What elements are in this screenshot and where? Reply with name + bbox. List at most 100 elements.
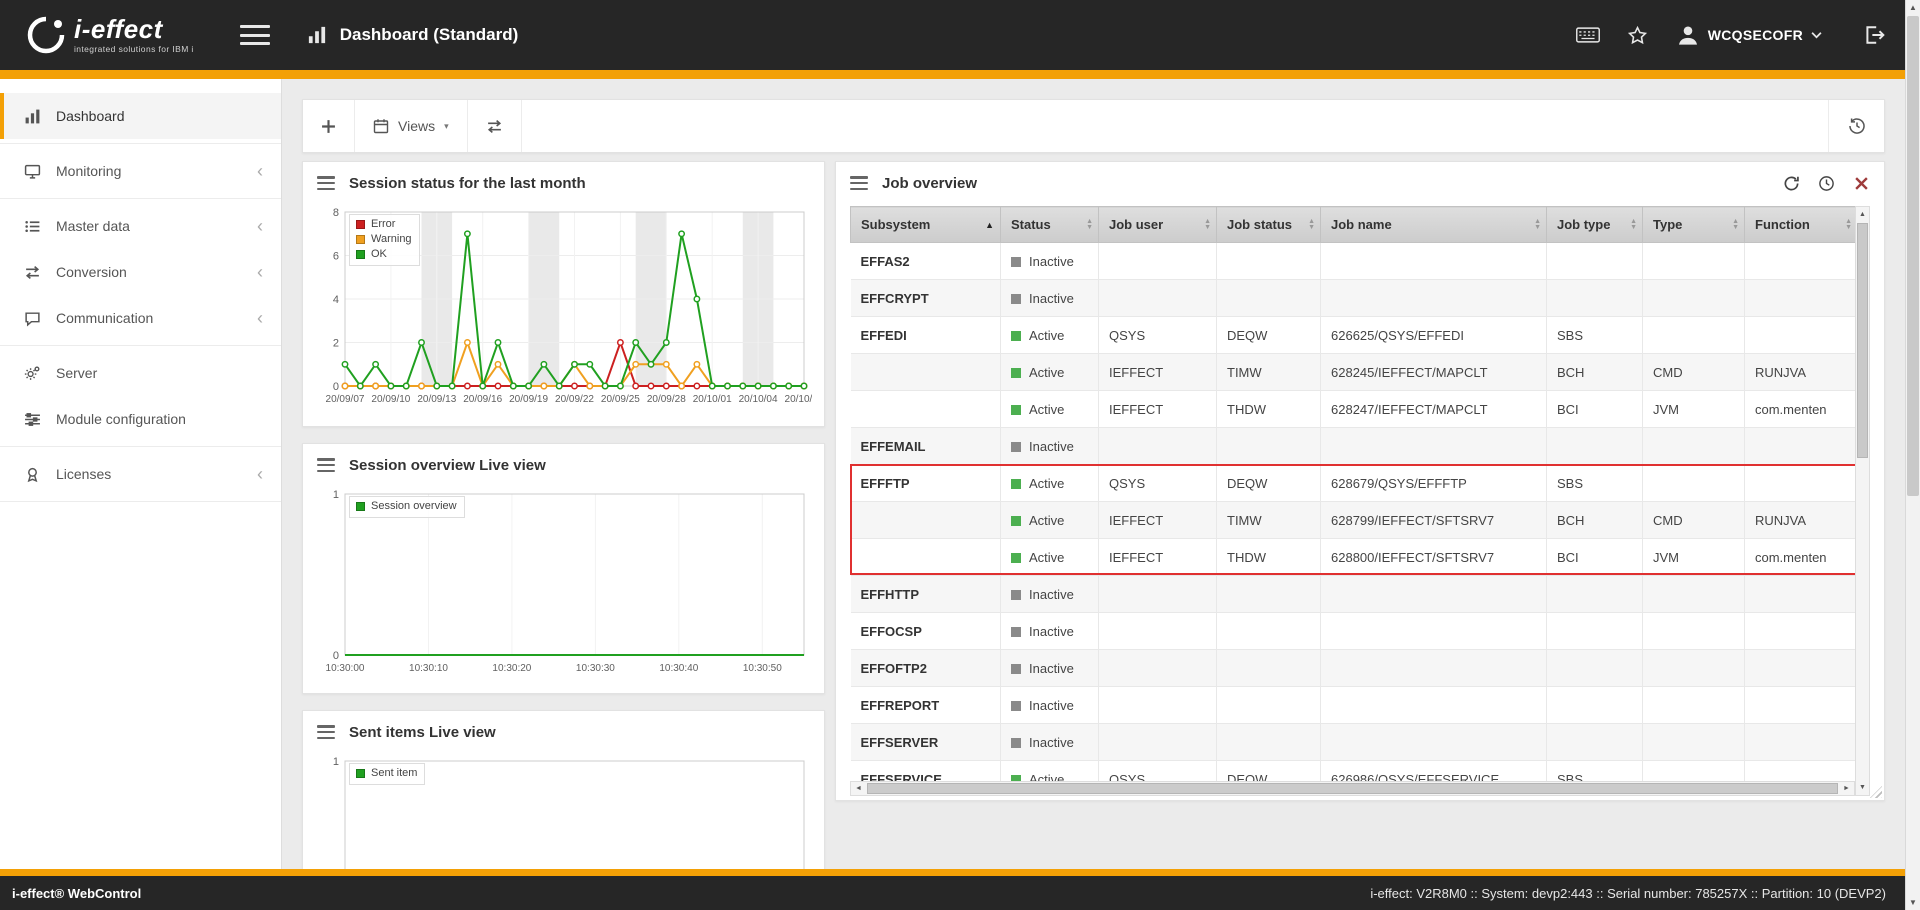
page-scroll-up-arrow[interactable]: ▲	[1906, 0, 1920, 15]
sidebar-item-label: Licenses	[56, 466, 112, 482]
views-dropdown-button[interactable]: Views ▾	[355, 100, 468, 152]
page-scroll-thumb[interactable]	[1907, 16, 1919, 496]
vertical-scrollbar: ▲ ▼	[1855, 206, 1870, 796]
horizontal-scroll-thumb[interactable]	[867, 783, 1838, 794]
scroll-up-arrow[interactable]: ▲	[1856, 207, 1869, 222]
sidebar-item-licenses[interactable]: Licenses ‹	[0, 451, 281, 497]
svg-text:20/10/04: 20/10/04	[739, 394, 778, 405]
user-menu[interactable]: WCQSECOFR	[1676, 23, 1822, 47]
page-title: Dashboard (Standard)	[339, 25, 519, 44]
job-row-effhttp[interactable]: EFFHTTP Inactive	[850, 575, 1858, 613]
job-row[interactable]: Active IEFFECT THDW 628247/IEFFECT/MAPCLT BC…	[850, 390, 1858, 428]
status-square	[1011, 589, 1021, 600]
console-keyboard-icon[interactable]	[1575, 23, 1600, 47]
job-row-effedi[interactable]: EFFEDI Active QSYS DEQW 626625/QSYS/EFFEDI SB…	[850, 316, 1858, 354]
panel-resize-grip[interactable]	[1870, 786, 1882, 798]
page-scroll-down-arrow[interactable]: ▼	[1906, 895, 1920, 910]
panel-job-overview: Job overview Subsystem ▲ Status ▲ ▼ Job …	[835, 161, 1885, 801]
status-square	[1011, 367, 1021, 378]
chevron-left-icon: ‹	[257, 464, 263, 484]
job-row-effftp[interactable]: EFFFTP Active QSYS DEQW 628679/QSYS/EFFFTP SB…	[850, 464, 1858, 502]
chevron-left-icon: ‹	[257, 308, 263, 328]
panel-drag-handle-icon[interactable]	[850, 176, 868, 190]
horizontal-scrollbar: ◄ ►	[850, 781, 1855, 796]
gears-icon	[24, 365, 41, 382]
job-row[interactable]: Active IEFFECT TIMW 628799/IEFFECT/SFTSRV7 B…	[850, 501, 1858, 539]
favorites-star-icon[interactable]	[1626, 23, 1650, 47]
column-header-job-user[interactable]: Job user ▲ ▼	[1098, 206, 1217, 243]
svg-text:20/09/22: 20/09/22	[555, 394, 594, 405]
sidebar-item-monitoring[interactable]: Monitoring ‹	[0, 148, 281, 194]
sidebar-item-master-data[interactable]: Master data ‹	[0, 203, 281, 249]
reload-layout-button[interactable]	[468, 100, 522, 152]
svg-text:20/09/25: 20/09/25	[601, 394, 640, 405]
job-table-viewport: Subsystem ▲ Status ▲ ▼ Job user ▲ ▼ Job status ▲ ▼…	[850, 206, 1870, 796]
list-icon	[24, 218, 41, 235]
sliders-icon	[24, 411, 41, 428]
sidebar-item-module-configuration[interactable]: Module configuration	[0, 396, 281, 442]
close-icon[interactable]	[1852, 174, 1870, 192]
status-square	[1011, 737, 1021, 748]
column-header-subsystem[interactable]: Subsystem ▲	[850, 206, 1001, 243]
panel-drag-handle-icon[interactable]	[317, 458, 335, 472]
job-row-effas2[interactable]: EFFAS2 Inactive	[850, 242, 1858, 280]
svg-text:0: 0	[333, 650, 339, 662]
sidebar-item-label: Module configuration	[56, 411, 186, 427]
job-row[interactable]: Active IEFFECT THDW 628800/IEFFECT/SFTSRV7 B…	[850, 538, 1858, 576]
column-header-function[interactable]: Function ▲ ▼	[1744, 206, 1858, 243]
history-button[interactable]	[1828, 100, 1884, 152]
panel-drag-handle-icon[interactable]	[317, 176, 335, 190]
vertical-scroll-thumb[interactable]	[1857, 223, 1868, 458]
column-header-job-name[interactable]: Job name ▲ ▼	[1320, 206, 1547, 243]
interval-clock-icon[interactable]	[1817, 174, 1835, 192]
panel-drag-handle-icon[interactable]	[317, 725, 335, 739]
sort-icons: ▲ ▼	[1534, 217, 1541, 231]
panel-sent-items: Sent items Live view 01Sent item	[302, 710, 825, 869]
status-square	[1011, 552, 1021, 563]
panel-title: Sent items Live view	[349, 723, 496, 741]
scroll-down-arrow[interactable]: ▼	[1856, 780, 1869, 795]
panel-title: Job overview	[882, 174, 978, 192]
job-row-effreport[interactable]: EFFREPORT Inactive	[850, 686, 1858, 724]
scroll-left-arrow[interactable]: ◄	[851, 782, 866, 795]
chart-sent-items: 01Sent item	[315, 753, 812, 869]
status-square	[1011, 293, 1021, 304]
job-row-effemail[interactable]: EFFEMAIL Inactive	[850, 427, 1858, 465]
add-widget-button[interactable]	[303, 100, 355, 152]
certificate-icon	[24, 466, 41, 483]
footer-system-info: i-effect: V2R8M0 :: System: devp2:443 ::…	[1370, 885, 1886, 901]
sidebar-item-label: Conversion	[56, 264, 127, 280]
job-row-effcrypt[interactable]: EFFCRYPT Inactive	[850, 279, 1858, 317]
top-bar: i-effect integrated solutions for IBM i …	[0, 0, 1920, 70]
refresh-icon[interactable]	[1782, 174, 1800, 192]
svg-text:20/10/07: 20/10/07	[785, 394, 812, 405]
sidebar-divider	[0, 345, 281, 346]
sidebar-item-communication[interactable]: Communication ‹	[0, 295, 281, 341]
chevron-down-icon	[1811, 32, 1822, 39]
main-content: Views ▾ Session status for the last mont…	[282, 79, 1905, 869]
sidebar-item-conversion[interactable]: Conversion ‹	[0, 249, 281, 295]
column-header-job-type[interactable]: Job type ▲ ▼	[1546, 206, 1643, 243]
chart-legend: Error Warning OK	[349, 214, 420, 266]
sidebar-item-server[interactable]: Server	[0, 350, 281, 396]
job-row-effoftp2[interactable]: EFFOFTP2 Inactive	[850, 649, 1858, 687]
column-header-status[interactable]: Status ▲ ▼	[1000, 206, 1099, 243]
sidebar-item-dashboard[interactable]: Dashboard	[0, 93, 281, 139]
job-row-effserver[interactable]: EFFSERVER Inactive	[850, 723, 1858, 761]
svg-text:20/09/13: 20/09/13	[417, 394, 456, 405]
comment-icon	[24, 310, 41, 327]
logout-icon[interactable]	[1862, 23, 1886, 47]
column-header-type[interactable]: Type ▲ ▼	[1642, 206, 1745, 243]
svg-text:2: 2	[333, 338, 339, 350]
job-row[interactable]: Active IEFFECT TIMW 628245/IEFFECT/MAPCLT BC…	[850, 353, 1858, 391]
column-header-job-status[interactable]: Job status ▲ ▼	[1216, 206, 1321, 243]
scroll-right-arrow[interactable]: ►	[1839, 782, 1854, 795]
sort-icons: ▲ ▼	[1845, 217, 1852, 231]
job-row-effocsp[interactable]: EFFOCSP Inactive	[850, 612, 1858, 650]
sidebar-item-label: Dashboard	[56, 108, 125, 124]
menu-toggle-button[interactable]	[239, 23, 270, 47]
dashboard-icon	[308, 26, 325, 44]
svg-text:20/09/10: 20/09/10	[371, 394, 410, 405]
job-table-body: EFFAS2 Inactive EFFCRYPT Inactive EFFEDI Acti…	[850, 242, 1858, 796]
svg-text:10:30:10: 10:30:10	[409, 663, 448, 674]
